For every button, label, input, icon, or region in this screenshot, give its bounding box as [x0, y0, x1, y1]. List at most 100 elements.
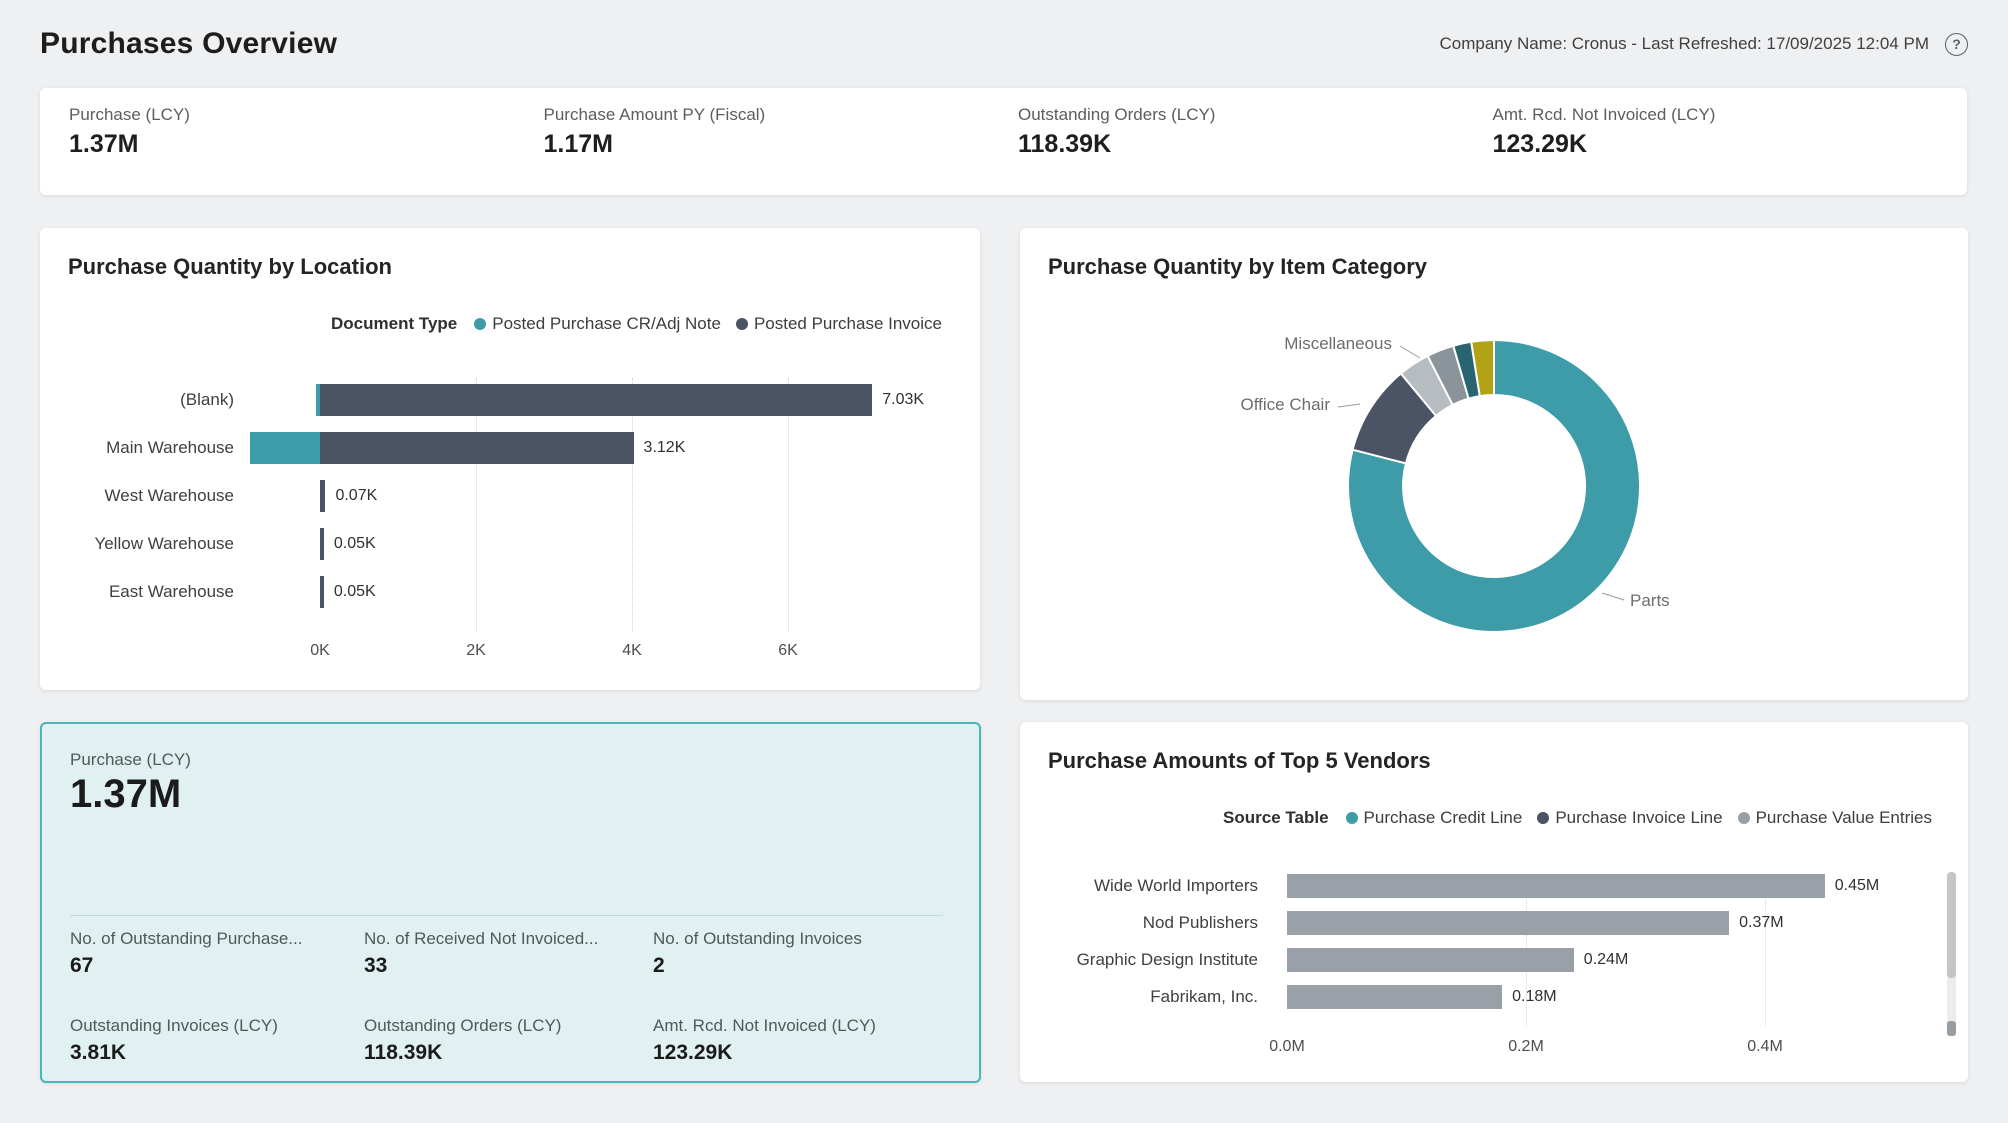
legend-item-label: Purchase Value Entries: [1756, 808, 1932, 828]
bar-value-label: 0.37M: [1739, 913, 1783, 933]
legend-item-posted-purchase-cr-adj-note[interactable]: Posted Purchase CR/Adj Note: [474, 314, 721, 334]
location-chart-card[interactable]: Purchase Quantity by Location Document T…: [40, 228, 980, 690]
bar-west-warehouse-posted-purchase-invoice[interactable]: [320, 480, 325, 512]
bar-yellow-warehouse-posted-purchase-invoice[interactable]: [320, 528, 324, 560]
bar-value-label: 0.18M: [1512, 987, 1556, 1007]
category-donut-card[interactable]: Purchase Quantity by Item Category Misce…: [1020, 228, 1968, 700]
vendors-legend: Source Table Purchase Credit Line Purchas…: [1223, 808, 1932, 828]
legend-item-posted-purchase-invoice[interactable]: Posted Purchase Invoice: [736, 314, 942, 334]
legend-item-label: Purchase Credit Line: [1364, 808, 1523, 828]
x-axis-tick-label: 0.0M: [1259, 1038, 1315, 1056]
category-donut: [1020, 228, 1968, 700]
scrollbar-end: [1947, 1021, 1956, 1036]
bar-wide-world-importers[interactable]: [1287, 874, 1825, 898]
divider: [70, 915, 943, 916]
metric-value: 33: [364, 954, 653, 978]
scrollbar-thumb[interactable]: [1947, 872, 1956, 978]
bar-main-warehouse-posted-purchase-cr-adj-note[interactable]: [250, 432, 320, 464]
kpi-amt-rcd-not-invoiced[interactable]: Amt. Rcd. Not Invoiced (LCY) 123.29K: [1493, 105, 1968, 195]
bar-value-label: 0.05K: [334, 534, 376, 554]
vendors-scrollbar[interactable]: [1947, 872, 1956, 1036]
kpi-strip: Purchase (LCY) 1.37M Purchase Amount PY …: [40, 88, 1967, 195]
legend-item-purchase-invoice-line[interactable]: Purchase Invoice Line: [1537, 808, 1722, 828]
metric-outstanding-invoices-lcy: Outstanding Invoices (LCY) 3.81K: [70, 1016, 364, 1065]
x-axis-tick-label: 0.2M: [1498, 1038, 1554, 1056]
bar-value-label: 0.24M: [1584, 950, 1628, 970]
legend-item-purchase-value-entries[interactable]: Purchase Value Entries: [1738, 808, 1932, 828]
summary-card-value: 1.37M: [70, 772, 181, 817]
kpi-value: 1.17M: [544, 130, 1019, 159]
metric-value: 123.29K: [653, 1041, 955, 1065]
metric-outstanding-invoices-count: No. of Outstanding Invoices 2: [653, 929, 955, 978]
report-header: Purchases Overview Company Name: Cronus …: [40, 16, 1968, 72]
kpi-label: Amt. Rcd. Not Invoiced (LCY): [1493, 105, 1968, 125]
metric-value: 2: [653, 954, 955, 978]
metric-value: 3.81K: [70, 1041, 364, 1065]
vendors-chart-card[interactable]: Purchase Amounts of Top 5 Vendors Source…: [1020, 722, 1968, 1082]
metric-label: No. of Outstanding Invoices: [653, 929, 955, 949]
legend-item-purchase-credit-line[interactable]: Purchase Credit Line: [1346, 808, 1523, 828]
kpi-label: Purchase Amount PY (Fiscal): [544, 105, 1019, 125]
purchase-summary-card[interactable]: Purchase (LCY) 1.37M No. of Outstanding …: [40, 722, 981, 1083]
x-axis-tick-label: 2K: [448, 642, 504, 660]
bar-fabrikam-inc[interactable]: [1287, 985, 1502, 1009]
donut-label-parts: Parts: [1630, 591, 1750, 611]
gridline: [788, 378, 789, 632]
summary-card-label: Purchase (LCY): [70, 750, 191, 770]
kpi-value: 123.29K: [1493, 130, 1968, 159]
bar-value-label: 0.07K: [335, 486, 377, 506]
legend-item-label: Posted Purchase Invoice: [754, 314, 942, 334]
bar-graphic-design-institute[interactable]: [1287, 948, 1574, 972]
summary-metrics: No. of Outstanding Purchase... 67 No. of…: [70, 929, 955, 1065]
metric-outstanding-purchase-orders: No. of Outstanding Purchase... 67: [70, 929, 364, 978]
legend-title: Document Type: [331, 314, 457, 334]
category-label-blank: (Blank): [40, 389, 234, 411]
category-label-yellow-warehouse: Yellow Warehouse: [40, 533, 234, 555]
kpi-value: 1.37M: [69, 130, 544, 159]
category-label-main-warehouse: Main Warehouse: [40, 437, 234, 459]
bar-value-label: 7.03K: [882, 390, 924, 410]
bar-value-label: 0.05K: [334, 582, 376, 602]
kpi-purchase-amount-py[interactable]: Purchase Amount PY (Fiscal) 1.17M: [544, 105, 1019, 195]
donut-label-miscellaneous: Miscellaneous: [1242, 334, 1392, 354]
bar-main-warehouse-posted-purchase-invoice[interactable]: [320, 432, 634, 464]
bar-east-warehouse-posted-purchase-invoice[interactable]: [320, 576, 324, 608]
metric-label: No. of Received Not Invoiced...: [364, 929, 653, 949]
category-label-west-warehouse: West Warehouse: [40, 485, 234, 507]
bar-value-label: 3.12K: [644, 438, 686, 458]
donut-callout-line: [1602, 593, 1624, 600]
category-label-nod-publishers: Nod Publishers: [1020, 912, 1258, 934]
metric-received-not-invoiced: No. of Received Not Invoiced... 33: [364, 929, 653, 978]
kpi-purchase-lcy[interactable]: Purchase (LCY) 1.37M: [69, 105, 544, 195]
help-icon[interactable]: ?: [1945, 33, 1968, 56]
kpi-label: Purchase (LCY): [69, 105, 544, 125]
location-plot: 0K 2K 4K 6K (Blank) 7.03K Main Warehouse 3.12K W…: [40, 378, 980, 674]
legend-dot-icon: [1537, 812, 1549, 824]
bar-nod-publishers[interactable]: [1287, 911, 1729, 935]
legend-dot-icon: [736, 318, 748, 330]
kpi-outstanding-orders[interactable]: Outstanding Orders (LCY) 118.39K: [1018, 105, 1493, 195]
metric-outstanding-orders-lcy: Outstanding Orders (LCY) 118.39K: [364, 1016, 653, 1065]
gridline: [476, 378, 477, 632]
chart-title: Purchase Quantity by Location: [68, 254, 392, 280]
kpi-value: 118.39K: [1018, 130, 1493, 159]
category-label-graphic-design-institute: Graphic Design Institute: [1020, 949, 1258, 971]
page-title: Purchases Overview: [40, 27, 337, 61]
metric-value: 118.39K: [364, 1041, 653, 1065]
category-label-fabrikam-inc: Fabrikam, Inc.: [1020, 986, 1258, 1008]
location-legend: Document Type Posted Purchase CR/Adj Not…: [331, 314, 942, 334]
legend-title: Source Table: [1223, 808, 1329, 828]
x-axis-tick-label: 0K: [292, 642, 348, 660]
bar-blank-posted-purchase-invoice[interactable]: [320, 384, 872, 416]
category-label-east-warehouse: East Warehouse: [40, 581, 234, 603]
header-right: Company Name: Cronus - Last Refreshed: 1…: [1440, 33, 1969, 56]
x-axis-tick-label: 6K: [760, 642, 816, 660]
legend-dot-icon: [1738, 812, 1750, 824]
gridline: [632, 378, 633, 632]
bar-value-label: 0.45M: [1835, 876, 1879, 896]
metric-label: Outstanding Orders (LCY): [364, 1016, 653, 1036]
metric-label: No. of Outstanding Purchase...: [70, 929, 364, 949]
legend-dot-icon: [1346, 812, 1358, 824]
category-label-wide-world-importers: Wide World Importers: [1020, 875, 1258, 897]
x-axis-tick-label: 4K: [604, 642, 660, 660]
